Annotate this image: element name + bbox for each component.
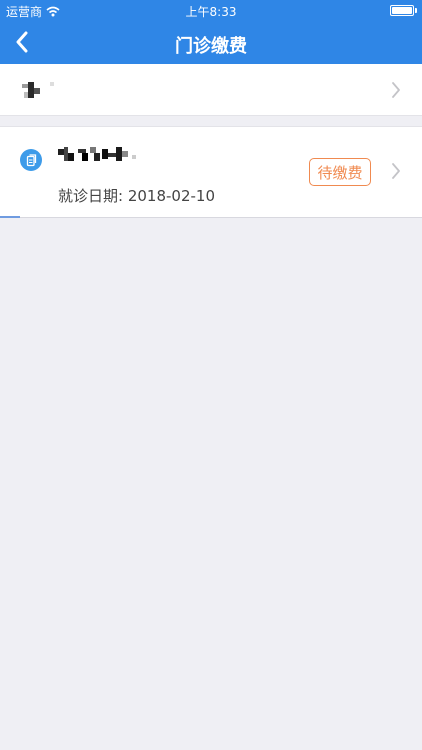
battery-cap <box>415 8 417 13</box>
app-header: 运营商 上午8:33 门诊缴费 <box>0 0 422 64</box>
document-icon <box>20 149 42 171</box>
chevron-right-icon <box>392 163 400 179</box>
chevron-right-icon <box>392 82 400 98</box>
nav-bar: 门诊缴费 <box>0 20 422 64</box>
status-badge: 待缴费 <box>309 158 371 186</box>
redacted-record-title <box>58 147 136 161</box>
status-time: 上午8:33 <box>185 5 237 19</box>
status-bar: 运营商 上午8:33 <box>0 0 422 20</box>
patient-selector-row[interactable] <box>0 64 422 116</box>
battery-icon <box>390 5 414 16</box>
page-title: 门诊缴费 <box>175 36 247 57</box>
visit-date: 就诊日期: 2018-02-10 <box>58 187 215 205</box>
divider-accent <box>0 216 20 218</box>
redacted-patient-name <box>22 82 54 98</box>
